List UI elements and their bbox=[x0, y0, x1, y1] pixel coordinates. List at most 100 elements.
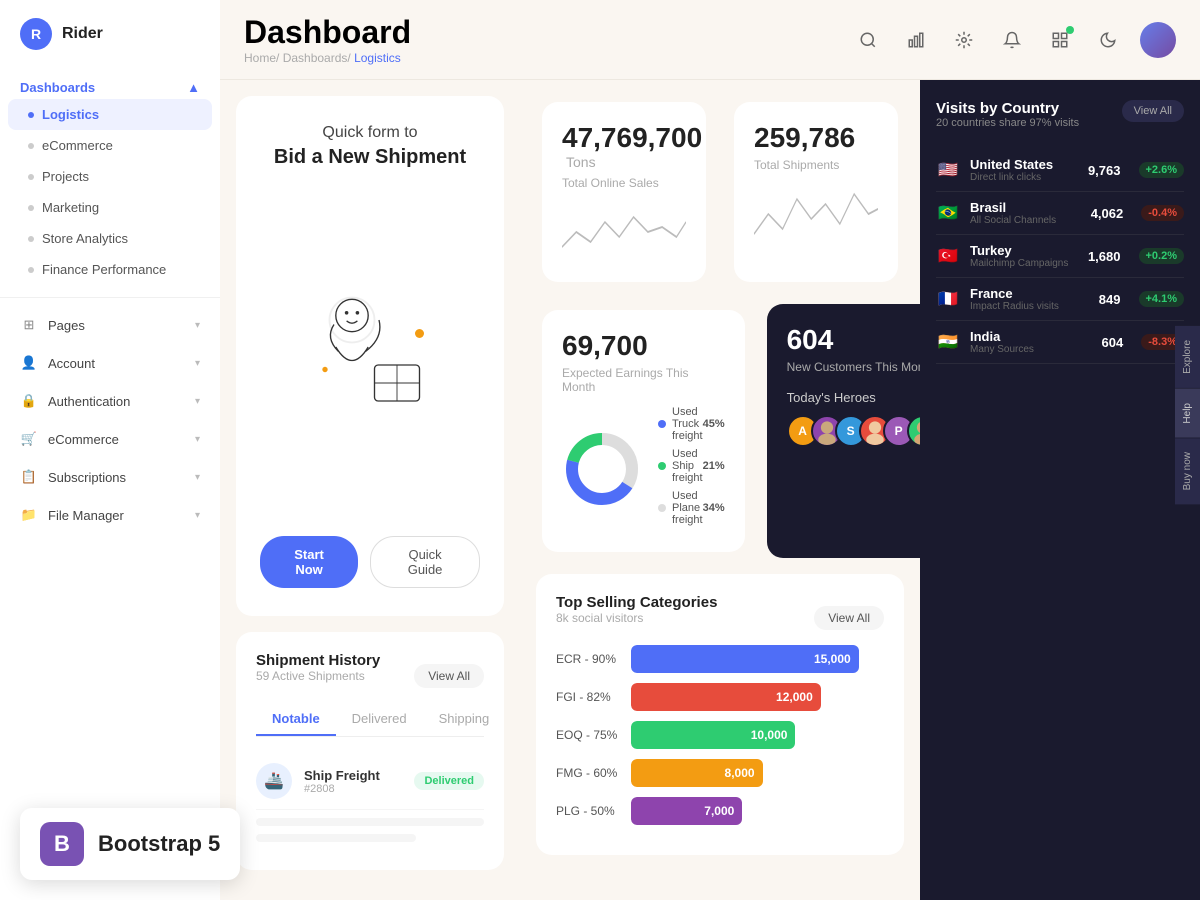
filemanager-label: File Manager bbox=[48, 508, 124, 523]
help-tab[interactable]: Help bbox=[1175, 389, 1200, 438]
legend-item-plane: Used Plane freight 34% bbox=[658, 490, 725, 526]
sidebar-item-store-analytics[interactable]: Store Analytics bbox=[0, 223, 220, 254]
sidebar-item-logistics[interactable]: Logistics bbox=[8, 99, 212, 130]
ecommerce-label: eCommerce bbox=[48, 432, 119, 447]
country-flag: 🇫🇷 bbox=[936, 290, 960, 308]
header-right bbox=[852, 22, 1176, 58]
heroes-avatars: A S P +2 bbox=[787, 415, 920, 447]
bootstrap-badge: B Bootstrap 5 bbox=[20, 808, 240, 880]
sidebar-item-marketing[interactable]: Marketing bbox=[0, 192, 220, 223]
country-flag: 🇮🇳 bbox=[936, 333, 960, 351]
grid-button[interactable] bbox=[1044, 24, 1076, 56]
freight-legend: Used Truck freight 45% Used Ship freight… bbox=[658, 406, 725, 532]
bar-track: 8,000 bbox=[631, 759, 884, 787]
breadcrumb-home: Home/ bbox=[244, 51, 279, 65]
country-name: India bbox=[970, 329, 1092, 344]
sidebar-item-ecommerce-main[interactable]: 🛒 eCommerce ▾ bbox=[0, 420, 220, 458]
bar-track: 10,000 bbox=[631, 721, 884, 749]
dashboards-group[interactable]: Dashboards ▲ bbox=[0, 72, 220, 99]
dot-icon bbox=[28, 236, 34, 242]
categories-header: Top Selling Categories 8k social visitor… bbox=[556, 594, 884, 641]
donut-container: Used Truck freight 45% Used Ship freight… bbox=[562, 406, 725, 532]
shipment-view-all-button[interactable]: View All bbox=[414, 664, 484, 688]
start-now-button[interactable]: Start Now bbox=[260, 536, 358, 588]
dot-icon bbox=[28, 267, 34, 273]
sidebar-item-authentication[interactable]: 🔒 Authentication ▾ bbox=[0, 382, 220, 420]
country-source: Direct link clicks bbox=[970, 172, 1078, 183]
pages-icon: ⊞ bbox=[20, 316, 38, 334]
legend-item-ship: Used Ship freight 21% bbox=[658, 448, 725, 484]
promo-title: Quick form to bbox=[274, 124, 466, 142]
sidebar-item-label: Projects bbox=[42, 169, 89, 184]
shimmer-row bbox=[256, 818, 484, 826]
promo-subtitle: Bid a New Shipment bbox=[274, 146, 466, 169]
plane-pct: 34% bbox=[703, 502, 725, 514]
buy-now-tab[interactable]: Buy now bbox=[1175, 438, 1200, 504]
account-label: Account bbox=[48, 356, 95, 371]
section-subtitle: 59 Active Shipments bbox=[256, 669, 380, 683]
chart-button[interactable] bbox=[900, 24, 932, 56]
bar-label: PLG - 50% bbox=[556, 804, 621, 818]
settings-button[interactable] bbox=[948, 24, 980, 56]
list-item: 🇺🇸 United States Direct link clicks 9,76… bbox=[936, 149, 1184, 192]
country-flag: 🇹🇷 bbox=[936, 247, 960, 265]
country-value: 1,680 bbox=[1088, 249, 1121, 264]
heroes-title: Today's Heroes bbox=[787, 390, 920, 405]
search-button[interactable] bbox=[852, 24, 884, 56]
categories-sub: 8k social visitors bbox=[556, 611, 717, 625]
side-tabs: Explore Help Buy now bbox=[1175, 326, 1200, 505]
notifications-button[interactable] bbox=[996, 24, 1028, 56]
list-item: 🇮🇳 India Many Sources 604 -8.3% bbox=[936, 321, 1184, 364]
metric-label: Total Shipments bbox=[754, 158, 878, 172]
country-name: Turkey bbox=[970, 243, 1078, 258]
shipment-info: Ship Freight #2808 bbox=[304, 768, 402, 795]
theme-toggle[interactable] bbox=[1092, 24, 1124, 56]
dot-icon bbox=[28, 143, 34, 149]
promo-illustration bbox=[280, 267, 460, 427]
chevron-down-icon: ▾ bbox=[195, 510, 200, 521]
chevron-down-icon: ▾ bbox=[195, 434, 200, 445]
bar-row: EOQ - 75% 10,000 bbox=[556, 721, 884, 749]
sidebar-item-projects[interactable]: Projects bbox=[0, 161, 220, 192]
account-icon: 👤 bbox=[20, 354, 38, 372]
chevron-down-icon: ▾ bbox=[195, 320, 200, 331]
customers-card: 604 New Customers This Month Today's Her… bbox=[767, 304, 920, 558]
categories-view-all-button[interactable]: View All bbox=[814, 606, 884, 630]
metric-value: 259,786 bbox=[754, 122, 855, 153]
country-source: Impact Radius visits bbox=[970, 301, 1089, 312]
bar-fill: 12,000 bbox=[631, 683, 821, 711]
country-info: France Impact Radius visits bbox=[970, 286, 1089, 312]
sidebar-item-filemanager[interactable]: 📁 File Manager ▾ bbox=[0, 496, 220, 534]
chevron-up-icon: ▲ bbox=[187, 80, 200, 95]
main-content: Dashboard Home/ Dashboards/ Logistics bbox=[220, 0, 1200, 900]
sidebar-item-finance[interactable]: Finance Performance bbox=[0, 254, 220, 285]
list-item: 🇹🇷 Turkey Mailchimp Campaigns 1,680 +0.2… bbox=[936, 235, 1184, 278]
chevron-down-icon: ▾ bbox=[195, 472, 200, 483]
shimmer-row bbox=[256, 834, 416, 842]
country-section: Visits by Country 20 countries share 97%… bbox=[920, 80, 1200, 384]
bar-fill: 15,000 bbox=[631, 645, 859, 673]
tab-notable[interactable]: Notable bbox=[256, 703, 336, 736]
country-view-all-button[interactable]: View All bbox=[1122, 100, 1184, 122]
sidebar-item-subscriptions[interactable]: 📋 Subscriptions ▾ bbox=[0, 458, 220, 496]
earnings-label: Expected Earnings This Month bbox=[562, 366, 725, 394]
list-item: 🇧🇷 Brasil All Social Channels 4,062 -0.4… bbox=[936, 192, 1184, 235]
user-avatar[interactable] bbox=[1140, 22, 1176, 58]
explore-tab[interactable]: Explore bbox=[1175, 326, 1200, 388]
sidebar-item-account[interactable]: 👤 Account ▾ bbox=[0, 344, 220, 382]
promo-text: Quick form to Bid a New Shipment bbox=[274, 124, 466, 169]
sidebar-item-ecommerce[interactable]: eCommerce bbox=[0, 130, 220, 161]
tab-shipping[interactable]: Shipping bbox=[423, 703, 506, 736]
tab-delivered[interactable]: Delivered bbox=[336, 703, 423, 736]
active-dot bbox=[28, 112, 34, 118]
country-title: Visits by Country bbox=[936, 100, 1079, 117]
app-logo[interactable]: R Rider bbox=[0, 0, 220, 68]
bar-row: ECR - 90% 15,000 bbox=[556, 645, 884, 673]
quick-guide-button[interactable]: Quick Guide bbox=[370, 536, 480, 588]
sidebar-item-pages[interactable]: ⊞ Pages ▾ bbox=[0, 306, 220, 344]
bar-track: 12,000 bbox=[631, 683, 884, 711]
dashboards-label: Dashboards bbox=[20, 80, 95, 95]
legend-item-truck: Used Truck freight 45% bbox=[658, 406, 725, 442]
total-sales-card: 47,769,700 Tons Total Online Sales bbox=[542, 102, 706, 282]
country-header-text: Visits by Country 20 countries share 97%… bbox=[936, 100, 1079, 145]
